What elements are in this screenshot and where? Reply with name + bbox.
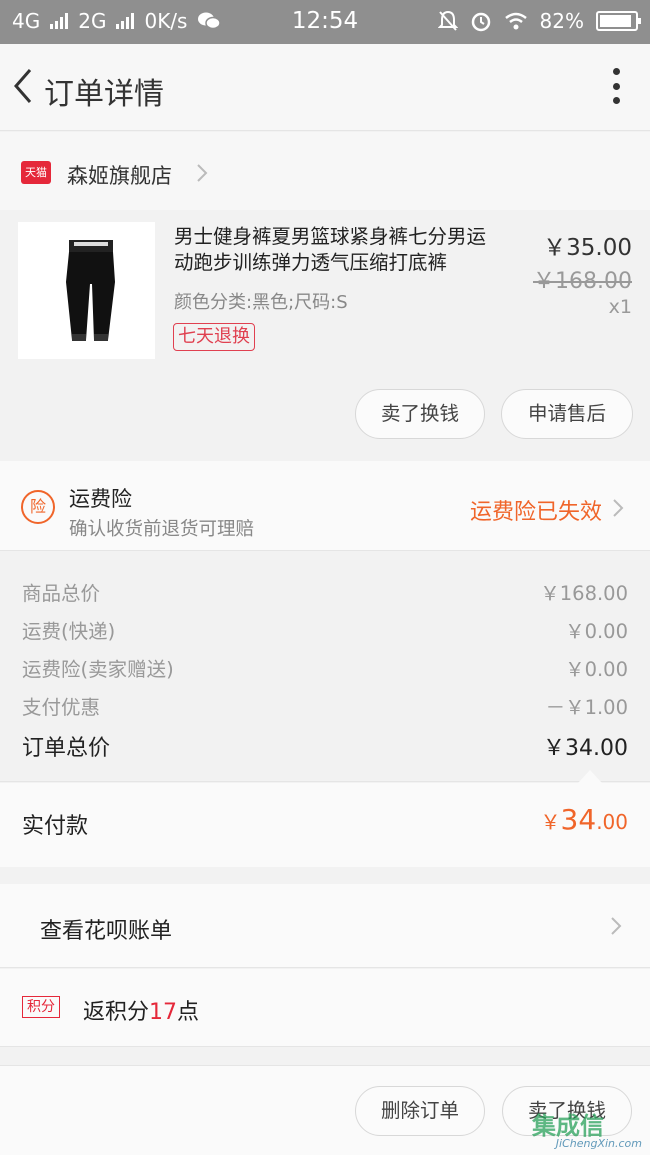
return-policy-tag: 七天退换 <box>173 323 255 351</box>
chevron-right-icon <box>613 499 624 517</box>
chevron-right-icon <box>197 164 208 182</box>
insurance-status[interactable]: 运费险已失效 <box>470 494 602 526</box>
apply-after-sales-button[interactable]: 申请售后 <box>501 389 633 439</box>
cost-breakdown: 商品总价 ￥168.00 运费(快递) ￥0.00 运费险(卖家赠送) ￥0.0… <box>0 552 650 783</box>
cost-label: 运费(快递) <box>22 620 116 643</box>
watermark-logo: 集成信 JiChengXin.com <box>532 1106 646 1152</box>
product-sku: 颜色分类:黑色;尺码:S <box>174 292 348 313</box>
cost-row: 支付优惠 －￥1.00 <box>22 691 628 721</box>
cost-value: ￥168.00 <box>540 582 628 605</box>
paid-amount-row: 实付款 ￥34.00 <box>0 783 650 867</box>
order-total-value: ￥34.00 <box>543 736 628 761</box>
cost-label: 运费险(卖家赠送) <box>22 658 174 681</box>
paid-decimal: .00 <box>596 810 628 834</box>
watermark-text: 集成信 <box>532 1112 604 1140</box>
cost-label: 支付优惠 <box>22 696 101 719</box>
huabei-bill-row[interactable]: 查看花呗账单 <box>0 884 650 968</box>
order-total-row: 订单总价 ￥34.00 <box>22 730 628 761</box>
huabei-label[interactable]: 查看花呗账单 <box>40 913 172 945</box>
cost-label: 商品总价 <box>22 582 101 605</box>
watermark-url: JiChengXin.com <box>555 1137 642 1150</box>
status-right: 82% <box>437 9 641 33</box>
paid-integer: 34 <box>560 803 597 836</box>
cost-row: 运费险(卖家赠送) ￥0.00 <box>22 653 628 683</box>
order-item[interactable]: 男士健身裤夏男篮球紧身裤七分男运动跑步训练弹力透气压缩打底裤 颜色分类:黑色;尺… <box>0 210 650 460</box>
product-title[interactable]: 男士健身裤夏男篮球紧身裤七分男运动跑步训练弹力透气压缩打底裤 <box>174 224 504 276</box>
shop-name[interactable]: 森姬旗舰店 <box>67 160 172 190</box>
paid-currency: ￥ <box>540 810 561 834</box>
shop-row[interactable]: 天猫 森姬旗舰店 <box>0 132 650 210</box>
points-row: 积分 返积分17点 <box>0 969 650 1047</box>
points-prefix: 返积分 <box>83 1000 150 1025</box>
paid-label: 实付款 <box>22 814 89 839</box>
back-arrow-icon[interactable] <box>8 66 38 106</box>
alarm-icon <box>471 12 490 32</box>
nav-bar: 订单详情 <box>0 44 650 131</box>
points-count: 17 <box>149 1000 178 1025</box>
delete-order-button[interactable]: 删除订单 <box>355 1086 485 1136</box>
order-total-label: 订单总价 <box>22 736 111 761</box>
product-quantity: x1 <box>608 296 632 318</box>
page-title: 订单详情 <box>44 77 164 112</box>
battery-percent: 82% <box>539 9 584 33</box>
points-badge: 积分 <box>22 996 60 1018</box>
product-price: ￥35.00 <box>543 235 632 261</box>
paid-value: ￥34.00 <box>541 803 628 836</box>
status-bar: 4G 2G 0K/s 12:54 82% <box>0 0 650 44</box>
cost-value: ￥0.00 <box>565 658 628 681</box>
wifi-icon <box>504 12 527 30</box>
points-text: 返积分17点 <box>83 994 199 1026</box>
shipping-insurance-row[interactable]: 险 运费险 确认收货前退货可理赔 运费险已失效 <box>0 461 650 551</box>
tmall-badge: 天猫 <box>21 161 51 184</box>
chevron-right-icon <box>611 917 622 935</box>
battery-icon <box>596 11 641 31</box>
product-image[interactable] <box>18 222 155 359</box>
insurance-title: 运费险 <box>69 487 132 511</box>
pants-image <box>66 240 115 341</box>
cost-row: 运费(快递) ￥0.00 <box>22 615 628 645</box>
sell-for-cash-button[interactable]: 卖了换钱 <box>355 389 485 439</box>
cost-value: －￥1.00 <box>545 696 628 719</box>
mute-bell-icon <box>437 10 458 31</box>
more-menu-icon[interactable] <box>612 68 620 104</box>
product-original-price: ￥168.00 <box>533 269 632 294</box>
cost-value: ￥0.00 <box>565 620 628 643</box>
points-suffix: 点 <box>177 1000 200 1025</box>
cost-row: 商品总价 ￥168.00 <box>22 577 628 607</box>
pointer-notch <box>578 770 602 783</box>
insurance-icon: 险 <box>21 490 55 524</box>
insurance-subtitle: 确认收货前退货可理赔 <box>69 519 255 540</box>
